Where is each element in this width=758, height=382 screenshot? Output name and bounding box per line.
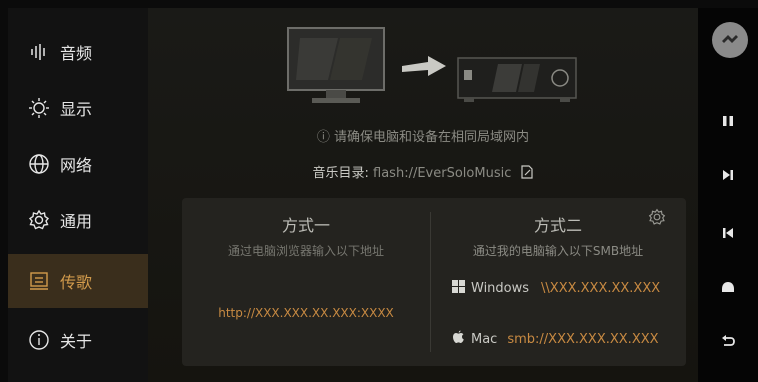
windows-icon (452, 280, 465, 297)
sidebar-item-label: 显示 (60, 100, 93, 119)
windows-label: Windows (471, 281, 530, 296)
music-directory-label: 音乐目录: (312, 166, 369, 181)
edit-path-icon[interactable] (520, 164, 534, 183)
transfer-methods-panel: 方式一 通过电脑浏览器输入以下地址 http://XXX.XXX.XX.XXX:… (182, 198, 686, 366)
avatar[interactable] (712, 22, 748, 58)
previous-track-button[interactable] (698, 216, 758, 250)
next-track-icon (722, 166, 734, 185)
windows-smb-address[interactable]: \\XXX.XXX.XX.XXX (541, 281, 660, 296)
music-directory-row: 音乐目录: flash://EverSoloMusic (148, 162, 698, 183)
sidebar-item-general[interactable]: 通用 (8, 194, 148, 246)
gear-icon (28, 209, 50, 231)
sidebar-item-label: 网络 (60, 156, 93, 175)
playback-rail (698, 8, 758, 382)
sidebar: 音频 显示 网络 通用 传歌 关于 (8, 8, 148, 382)
sidebar-item-audio[interactable]: 音频 (8, 26, 148, 78)
sidebar-item-label: 关于 (60, 332, 93, 351)
sidebar-item-display[interactable]: 显示 (8, 82, 148, 134)
music-directory-value: flash://EverSoloMusic (373, 166, 512, 181)
next-track-button[interactable] (698, 158, 758, 192)
back-icon (721, 332, 735, 351)
apple-icon (452, 330, 465, 348)
windows-row: Windows \\XXX.XXX.XX.XXX (452, 280, 660, 297)
sidebar-item-about[interactable]: 关于 (8, 314, 148, 366)
mac-smb-address[interactable]: smb://XXX.XXX.XX.XXX (507, 332, 658, 347)
method1-title: 方式一 (281, 216, 330, 235)
method1-url[interactable]: http://XXX.XXX.XX.XXX:XXXX (182, 306, 430, 320)
mac-label: Mac (471, 331, 498, 347)
mac-row: Mac smb://XXX.XXX.XX.XXX (452, 330, 659, 348)
brightness-icon (28, 97, 50, 119)
pause-icon (722, 112, 734, 131)
sidebar-item-network[interactable]: 网络 (8, 138, 148, 190)
globe-icon (28, 153, 50, 175)
back-button[interactable] (698, 324, 758, 358)
sidebar-item-label: 音频 (60, 44, 93, 63)
eject-icon (721, 278, 735, 297)
network-hint: ⓘ 请确保电脑和设备在相同局域网内 (316, 130, 530, 145)
info-icon (28, 329, 50, 351)
method2-subtitle: 通过我的电脑输入以下SMB地址 (472, 244, 644, 258)
app: 音频 显示 网络 通用 传歌 关于 ⓘ 请确保电脑和设备在相同局域网内 音乐目录… (8, 8, 758, 382)
previous-track-icon (722, 224, 734, 243)
pause-button[interactable] (698, 104, 758, 138)
home-button[interactable] (698, 270, 758, 304)
sidebar-item-label: 通用 (60, 212, 93, 231)
main-panel: ⓘ 请确保电脑和设备在相同局域网内 音乐目录: flash://EverSolo… (148, 8, 698, 382)
sidebar-item-label: 传歌 (60, 273, 93, 292)
settings-gear-icon[interactable] (648, 208, 666, 230)
audio-wave-icon (28, 41, 50, 63)
transfer-icon (28, 270, 50, 292)
method1-subtitle: 通过电脑浏览器输入以下地址 (227, 244, 384, 258)
sidebar-item-transfer[interactable]: 传歌 (8, 254, 148, 308)
computer-to-device-illustration (287, 27, 577, 103)
